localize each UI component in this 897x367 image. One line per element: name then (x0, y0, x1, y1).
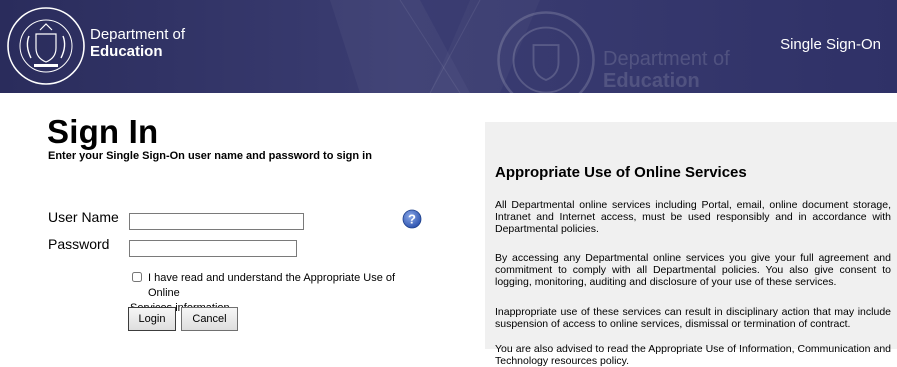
watermark-line-1: Department of (603, 48, 730, 70)
department-brand: Department of Education (90, 26, 185, 60)
appropriate-use-paragraph: By accessing any Departmental online ser… (495, 252, 891, 288)
brand-line-2: Education (90, 43, 163, 60)
cancel-button[interactable]: Cancel (181, 307, 238, 331)
password-label: Password (48, 236, 110, 252)
svg-text:?: ? (408, 212, 416, 227)
signin-instructions: Enter your Single Sign-On user name and … (48, 150, 372, 162)
page-title: Sign In (47, 113, 159, 150)
appropriate-use-paragraph: You are also advised to read the Appropr… (495, 343, 891, 367)
agree-label-line-1: I have read and understand the Appropria… (148, 272, 396, 299)
appropriate-use-title: Appropriate Use of Online Services (495, 164, 747, 181)
login-button[interactable]: Login (128, 307, 176, 331)
watermark-line-2: Education (603, 70, 700, 92)
username-label: User Name (48, 209, 119, 225)
brand-line-1: Department of (90, 26, 186, 43)
appropriate-use-paragraph: Inappropriate use of these services can … (495, 306, 891, 330)
appropriate-use-paragraph: All Departmental online services includi… (495, 199, 891, 235)
header-banner: Department of Education Department of Ed… (0, 0, 897, 93)
username-input[interactable] (129, 213, 304, 230)
watermark-crest (497, 11, 595, 93)
app-title: Single Sign-On (780, 36, 881, 53)
password-input[interactable] (129, 240, 297, 257)
help-icon[interactable]: ? (402, 209, 422, 229)
watermark-text: Department of Education (603, 48, 730, 92)
government-crest-logo (7, 7, 85, 85)
